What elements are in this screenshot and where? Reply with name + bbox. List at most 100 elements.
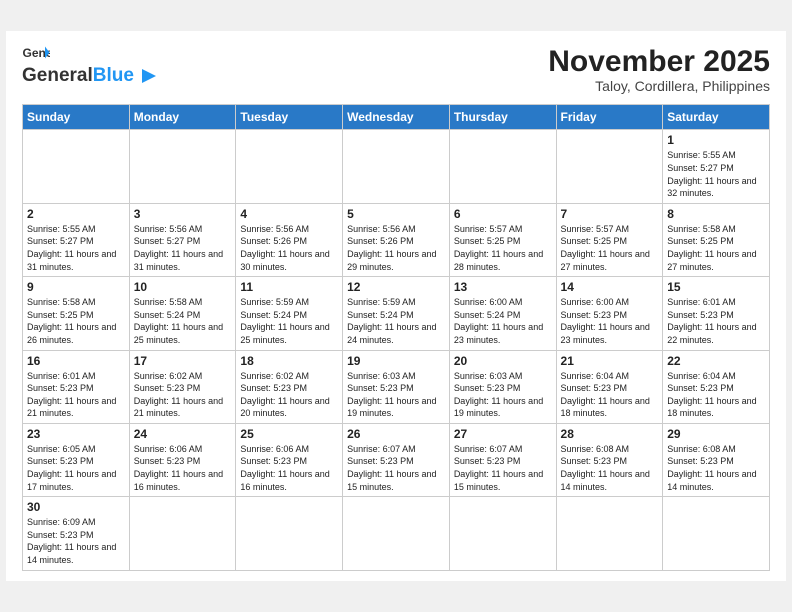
day-info: Sunrise: 6:04 AM Sunset: 5:23 PM Dayligh…	[667, 370, 765, 420]
table-row: 30 Sunrise: 6:09 AM Sunset: 5:23 PM Dayli…	[23, 497, 130, 570]
day-number: 25	[240, 427, 338, 441]
logo-icon: General	[22, 45, 50, 63]
calendar-week-row: 1 Sunrise: 5:55 AM Sunset: 5:27 PM Daylig…	[23, 130, 770, 203]
day-info: Sunrise: 5:57 AM Sunset: 5:25 PM Dayligh…	[561, 223, 659, 273]
calendar-week-row: 23Sunrise: 6:05 AM Sunset: 5:23 PM Dayli…	[23, 423, 770, 496]
col-friday: Friday	[556, 105, 663, 130]
day-info: Sunrise: 6:08 AM Sunset: 5:23 PM Dayligh…	[667, 443, 765, 493]
day-info: Sunrise: 5:58 AM Sunset: 5:25 PM Dayligh…	[667, 223, 765, 273]
table-row: 28Sunrise: 6:08 AM Sunset: 5:23 PM Dayli…	[556, 423, 663, 496]
day-number: 7	[561, 207, 659, 221]
day-info: Sunrise: 5:55 AM Sunset: 5:27 PM Dayligh…	[27, 223, 125, 273]
col-saturday: Saturday	[663, 105, 770, 130]
calendar-week-row: 16 Sunrise: 6:01 AM Sunset: 5:23 PM Dayli…	[23, 350, 770, 423]
day-number: 23	[27, 427, 125, 441]
table-row: 6Sunrise: 5:57 AM Sunset: 5:25 PM Daylig…	[449, 203, 556, 276]
table-row	[449, 130, 556, 203]
day-number: 9	[27, 280, 125, 294]
table-row	[449, 497, 556, 570]
table-row: 29Sunrise: 6:08 AM Sunset: 5:23 PM Dayli…	[663, 423, 770, 496]
day-info: Sunrise: 6:08 AM Sunset: 5:23 PM Dayligh…	[561, 443, 659, 493]
day-number: 16	[27, 354, 125, 368]
day-info: Sunrise: 6:07 AM Sunset: 5:23 PM Dayligh…	[454, 443, 552, 493]
calendar-week-row: 2 Sunrise: 5:55 AM Sunset: 5:27 PM Daylig…	[23, 203, 770, 276]
title-block: November 2025 Taloy, Cordillera, Philipp…	[548, 45, 770, 94]
table-row: 27 Sunrise: 6:07 AM Sunset: 5:23 PM Dayli…	[449, 423, 556, 496]
calendar-table: Sunday Monday Tuesday Wednesday Thursday…	[22, 104, 770, 570]
day-number: 12	[347, 280, 445, 294]
day-info: Sunrise: 5:59 AM Sunset: 5:24 PM Dayligh…	[347, 296, 445, 346]
day-number: 14	[561, 280, 659, 294]
table-row	[129, 130, 236, 203]
day-number: 2	[27, 207, 125, 221]
logo-general: General	[22, 65, 93, 87]
logo-triangle-icon	[136, 65, 158, 87]
table-row: 11Sunrise: 5:59 AM Sunset: 5:24 PM Dayli…	[236, 277, 343, 350]
day-info: Sunrise: 6:03 AM Sunset: 5:23 PM Dayligh…	[347, 370, 445, 420]
table-row: 9 Sunrise: 5:58 AM Sunset: 5:25 PM Daylig…	[23, 277, 130, 350]
table-row: 8 Sunrise: 5:58 AM Sunset: 5:25 PM Daylig…	[663, 203, 770, 276]
day-info: Sunrise: 5:58 AM Sunset: 5:25 PM Dayligh…	[27, 296, 125, 346]
day-number: 1	[667, 133, 765, 147]
day-info: Sunrise: 5:56 AM Sunset: 5:26 PM Dayligh…	[240, 223, 338, 273]
col-sunday: Sunday	[23, 105, 130, 130]
header: General GeneralBlue November 2025 Taloy,…	[22, 45, 770, 94]
day-number: 19	[347, 354, 445, 368]
table-row: 25 Sunrise: 6:06 AM Sunset: 5:23 PM Dayli…	[236, 423, 343, 496]
calendar-week-row: 9 Sunrise: 5:58 AM Sunset: 5:25 PM Daylig…	[23, 277, 770, 350]
day-info: Sunrise: 6:02 AM Sunset: 5:23 PM Dayligh…	[134, 370, 232, 420]
col-thursday: Thursday	[449, 105, 556, 130]
table-row: 14 Sunrise: 6:00 AM Sunset: 5:23 PM Dayli…	[556, 277, 663, 350]
day-info: Sunrise: 6:06 AM Sunset: 5:23 PM Dayligh…	[240, 443, 338, 493]
table-row	[129, 497, 236, 570]
day-number: 30	[27, 500, 125, 514]
table-row: 18Sunrise: 6:02 AM Sunset: 5:23 PM Dayli…	[236, 350, 343, 423]
day-info: Sunrise: 6:04 AM Sunset: 5:23 PM Dayligh…	[561, 370, 659, 420]
day-number: 8	[667, 207, 765, 221]
day-number: 27	[454, 427, 552, 441]
table-row: 7 Sunrise: 5:57 AM Sunset: 5:25 PM Daylig…	[556, 203, 663, 276]
table-row: 4Sunrise: 5:56 AM Sunset: 5:26 PM Daylig…	[236, 203, 343, 276]
table-row	[23, 130, 130, 203]
day-number: 20	[454, 354, 552, 368]
table-row: 12 Sunrise: 5:59 AM Sunset: 5:24 PM Dayli…	[343, 277, 450, 350]
day-info: Sunrise: 5:57 AM Sunset: 5:25 PM Dayligh…	[454, 223, 552, 273]
day-number: 10	[134, 280, 232, 294]
table-row: 3Sunrise: 5:56 AM Sunset: 5:27 PM Daylig…	[129, 203, 236, 276]
day-info: Sunrise: 5:55 AM Sunset: 5:27 PM Dayligh…	[667, 149, 765, 199]
table-row: 19 Sunrise: 6:03 AM Sunset: 5:23 PM Dayli…	[343, 350, 450, 423]
table-row: 17Sunrise: 6:02 AM Sunset: 5:23 PM Dayli…	[129, 350, 236, 423]
day-info: Sunrise: 5:56 AM Sunset: 5:27 PM Dayligh…	[134, 223, 232, 273]
table-row	[236, 497, 343, 570]
day-info: Sunrise: 6:01 AM Sunset: 5:23 PM Dayligh…	[27, 370, 125, 420]
table-row: 13Sunrise: 6:00 AM Sunset: 5:24 PM Dayli…	[449, 277, 556, 350]
day-info: Sunrise: 6:09 AM Sunset: 5:23 PM Dayligh…	[27, 516, 125, 566]
col-tuesday: Tuesday	[236, 105, 343, 130]
table-row	[236, 130, 343, 203]
day-info: Sunrise: 6:00 AM Sunset: 5:24 PM Dayligh…	[454, 296, 552, 346]
day-info: Sunrise: 6:00 AM Sunset: 5:23 PM Dayligh…	[561, 296, 659, 346]
table-row	[663, 497, 770, 570]
table-row	[343, 130, 450, 203]
location: Taloy, Cordillera, Philippines	[548, 78, 770, 94]
col-wednesday: Wednesday	[343, 105, 450, 130]
col-monday: Monday	[129, 105, 236, 130]
day-number: 22	[667, 354, 765, 368]
day-number: 21	[561, 354, 659, 368]
day-number: 15	[667, 280, 765, 294]
day-number: 24	[134, 427, 232, 441]
table-row: 16 Sunrise: 6:01 AM Sunset: 5:23 PM Dayli…	[23, 350, 130, 423]
day-info: Sunrise: 6:01 AM Sunset: 5:23 PM Dayligh…	[667, 296, 765, 346]
day-number: 26	[347, 427, 445, 441]
day-info: Sunrise: 5:56 AM Sunset: 5:26 PM Dayligh…	[347, 223, 445, 273]
day-number: 11	[240, 280, 338, 294]
month-title: November 2025	[548, 45, 770, 78]
day-info: Sunrise: 6:03 AM Sunset: 5:23 PM Dayligh…	[454, 370, 552, 420]
calendar-header-row: Sunday Monday Tuesday Wednesday Thursday…	[23, 105, 770, 130]
table-row	[343, 497, 450, 570]
calendar-week-row: 30 Sunrise: 6:09 AM Sunset: 5:23 PM Dayli…	[23, 497, 770, 570]
day-info: Sunrise: 6:06 AM Sunset: 5:23 PM Dayligh…	[134, 443, 232, 493]
table-row	[556, 130, 663, 203]
table-row: 20 Sunrise: 6:03 AM Sunset: 5:23 PM Dayli…	[449, 350, 556, 423]
logo: General GeneralBlue	[22, 45, 158, 87]
